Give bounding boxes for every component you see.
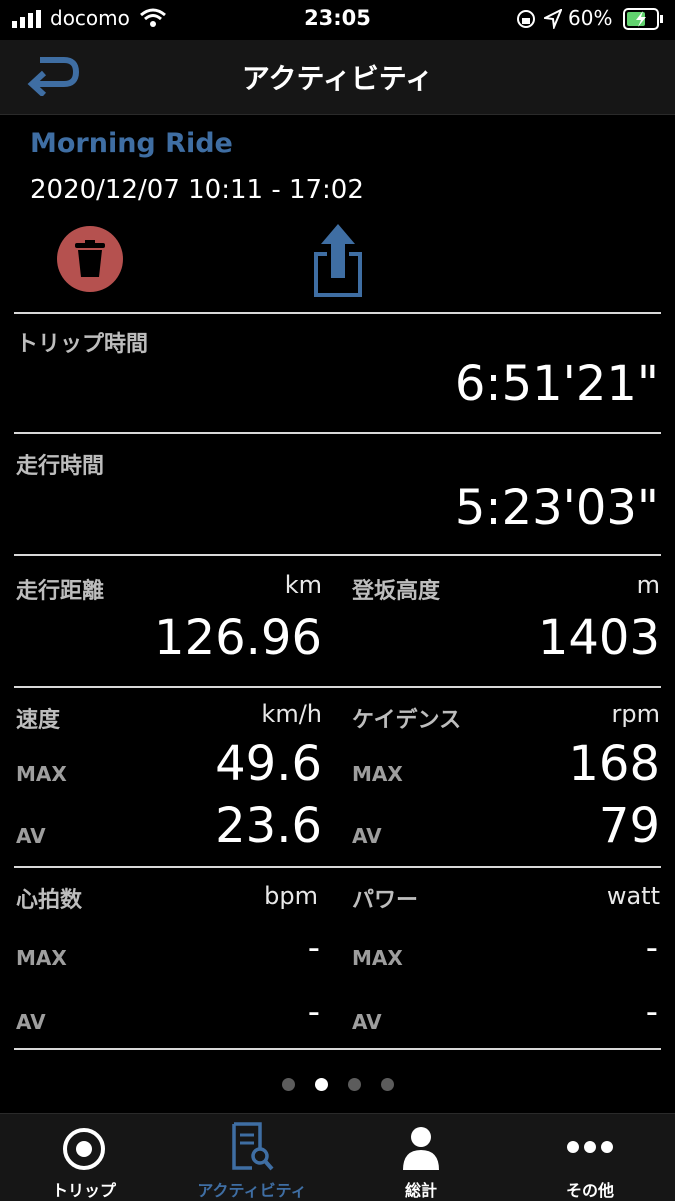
page-title: アクティビティ [241,62,434,95]
more-icon [567,1141,613,1153]
trash-icon [75,240,105,277]
riding-time-value: 5:23'03" [454,480,659,536]
speed-av-value: 23.6 [215,798,322,854]
tab-bar: トリップ アクティビティ 総計 その他 [0,1113,675,1201]
speed-unit: km/h [261,700,322,728]
speed-av-label: AV [16,824,46,848]
heart-rate-unit: bpm [264,882,318,910]
divider [14,686,661,688]
tab-total[interactable]: 総計 [337,1114,505,1201]
trip-time-label: トリップ時間 [16,332,149,357]
rotation-lock-icon [517,10,535,28]
tab-activity[interactable]: アクティビティ [168,1114,336,1201]
riding-time-label: 走行時間 [16,454,105,479]
divider [14,432,661,434]
speed-max-value: 49.6 [215,736,322,792]
tab-other-label: その他 [565,1181,614,1200]
cadence-max-label: MAX [352,762,403,786]
status-bar: docomo 23:05 60% [0,0,675,40]
heart-rate-label: 心拍数 [16,888,83,913]
page-dot[interactable] [380,1078,394,1091]
heart-rate-av-label: AV [16,1010,46,1034]
tab-activity-label: アクティビティ [197,1181,307,1200]
tab-trip-label: トリップ [51,1181,116,1200]
distance-unit: km [284,571,322,599]
trip-time-value: 6:51'21" [454,356,659,412]
nav-header: アクティビティ [0,40,675,115]
battery-icon [623,8,663,30]
power-max-value: - [645,928,658,968]
delete-button[interactable] [57,226,123,292]
cadence-av-value: 79 [598,798,660,854]
cadence-av-label: AV [352,824,382,848]
heart-rate-max-label: MAX [16,946,67,970]
battery-percent: 60% [568,6,613,30]
location-icon [544,9,562,29]
divider [14,312,661,314]
power-max-label: MAX [352,946,403,970]
ride-name: Morning Ride [30,128,233,159]
share-icon[interactable] [313,222,363,298]
speed-max-label: MAX [16,762,67,786]
cadence-label: ケイデンス [352,708,462,733]
cadence-max-value: 168 [568,736,660,792]
divider [14,866,661,868]
cadence-unit: rpm [611,700,660,728]
tab-trip[interactable]: トリップ [0,1114,168,1201]
power-av-label: AV [352,1010,382,1034]
distance-label: 走行距離 [16,579,105,604]
power-label: パワー [352,888,419,913]
tab-other[interactable]: その他 [506,1114,674,1201]
heart-rate-av-value: - [307,992,320,1032]
trip-icon [63,1128,105,1170]
page-dot-active[interactable] [314,1078,328,1091]
page-dot[interactable] [281,1078,295,1091]
tab-total-label: 総計 [404,1181,437,1200]
person-icon [403,1127,439,1170]
speed-label: 速度 [16,708,61,733]
climb-value: 1403 [537,610,660,666]
power-unit: watt [606,882,660,910]
climb-unit: m [636,571,660,599]
divider [14,1048,661,1050]
page-indicator[interactable] [0,1076,675,1095]
power-av-value: - [645,992,658,1032]
activity-icon [232,1122,274,1171]
divider [14,554,661,556]
distance-value: 126.96 [154,610,322,666]
page-dot[interactable] [347,1078,361,1091]
ride-date: 2020/12/07 10:11 - 17:02 [30,175,364,205]
climb-label: 登坂高度 [352,579,441,604]
heart-rate-max-value: - [307,928,320,968]
